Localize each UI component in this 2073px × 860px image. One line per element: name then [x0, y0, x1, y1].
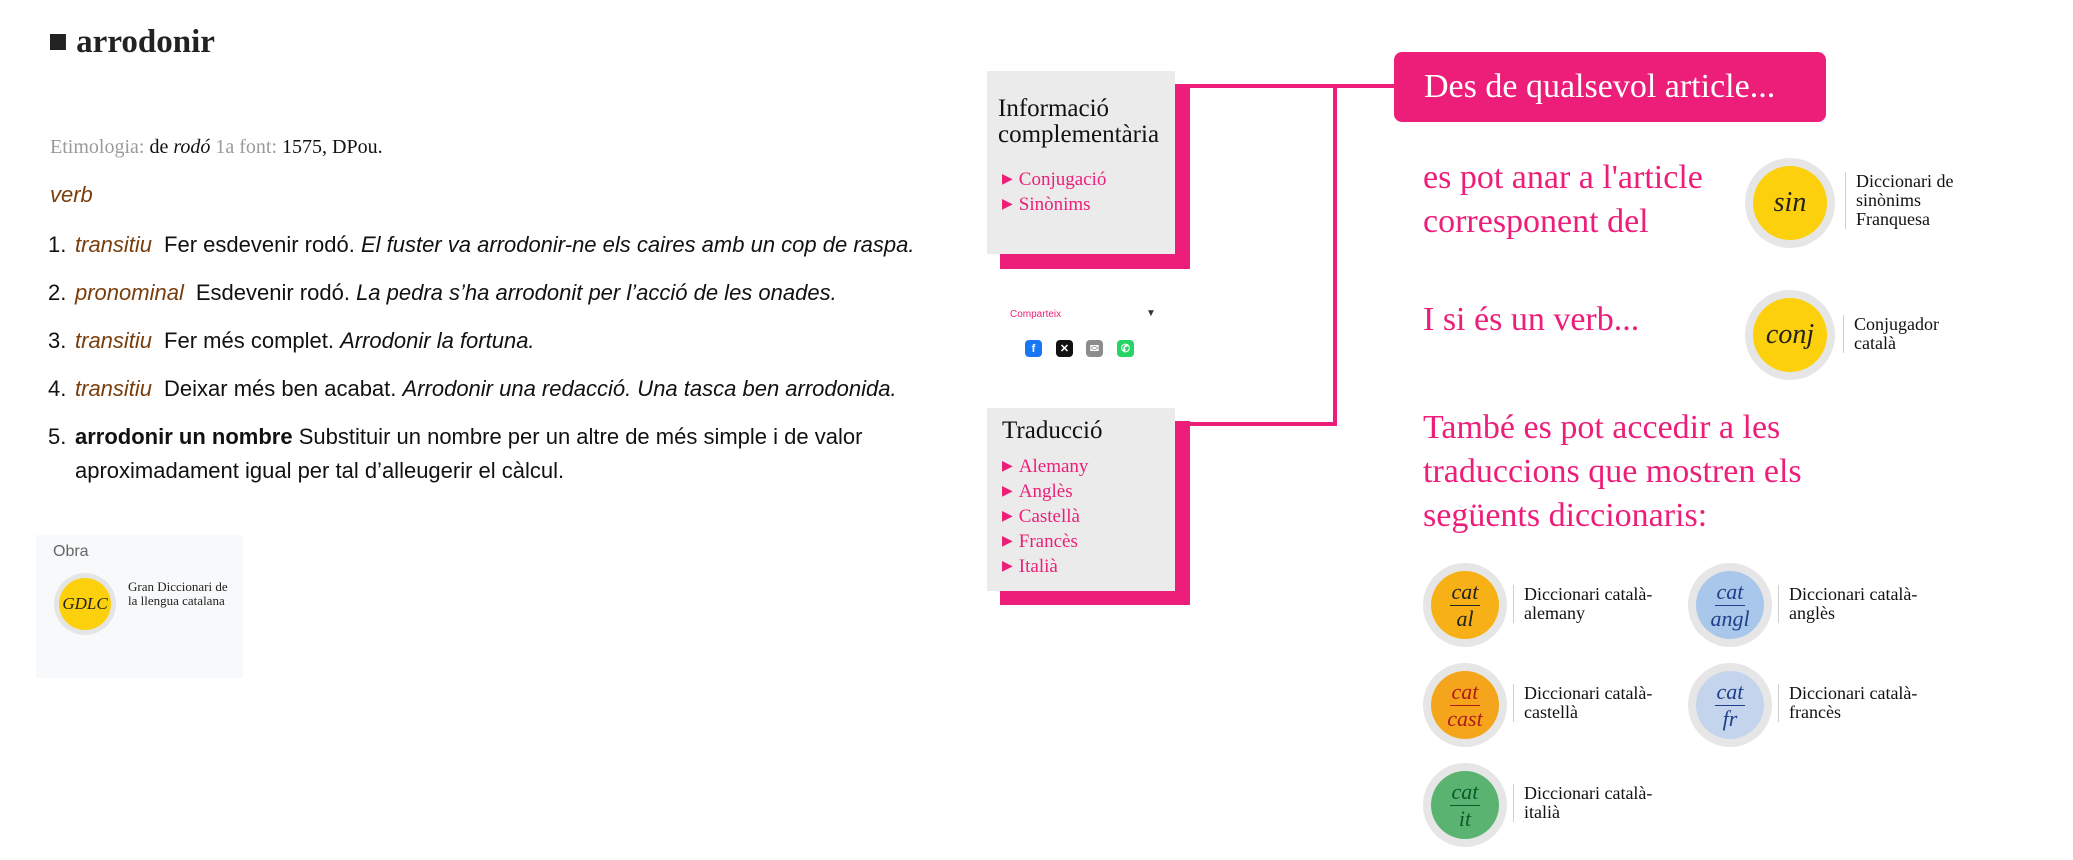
cat-it-badge-icon[interactable]: cat it [1423, 763, 1507, 847]
dictionary-cat-fr[interactable]: Diccionari català-francès [1778, 684, 1949, 722]
dictionary-cat-cast[interactable]: Diccionari català-castellà [1513, 684, 1684, 722]
connector-line-vertical [1333, 84, 1337, 426]
sense-number: 5. [48, 424, 67, 449]
sense-example: El fuster va arrodonir-ne els caires amb… [360, 232, 915, 257]
gdlc-badge-icon[interactable]: GDLC [54, 573, 116, 635]
link-alemany[interactable]: ▶ Alemany [1002, 455, 1088, 480]
sense-example: Arrodonir una redacció. Una tasca ben ar… [402, 376, 897, 401]
cat-fr-badge-icon[interactable]: cat fr [1688, 663, 1772, 747]
triangle-right-icon: ▶ [1002, 172, 1013, 187]
translation-links: ▶ Alemany ▶ Anglès ▶ Castellà ▶ Francès ▶ Ita… [1002, 455, 1088, 580]
grammar-label: transitiu [75, 328, 153, 353]
sense-number: 3. [48, 328, 67, 353]
triangle-right-icon: ▶ [1002, 534, 1013, 549]
grammar-label: pronominal [75, 280, 184, 305]
etymology-prefix: de [149, 136, 169, 158]
translations-text: També es pot accedir a les traduccions q… [1423, 409, 1802, 534]
link-sinonims[interactable]: ▶ Sinònims [1002, 193, 1106, 218]
triangle-right-icon: ▶ [1002, 559, 1013, 574]
sense-item: 5. arrodonir un nombre Substituir un nom… [48, 420, 948, 488]
obra-name[interactable]: Gran Diccionari de la llengua catalana [128, 580, 238, 608]
sense-item: 3. transitiu Fer més complet. Arrodonir l… [48, 324, 948, 358]
etymology-source: rodó [173, 136, 211, 158]
dictionary-cat-angl[interactable]: Diccionari català-anglès [1778, 585, 1939, 623]
sense-definition: Deixar més ben acabat. [164, 376, 397, 401]
facebook-icon[interactable]: f [1025, 340, 1042, 357]
obra-card[interactable]: Obra GDLC Gran Diccionari de la llengua … [36, 535, 243, 678]
connector-line-top [1175, 84, 1395, 88]
conjugator-dictionary[interactable]: Conjugador català [1843, 315, 1974, 353]
translation-panel-title: Traducció [1002, 417, 1103, 444]
sense-number: 4. [48, 376, 67, 401]
obra-label: Obra [53, 543, 89, 560]
dictionary-cat-al[interactable]: Diccionari català-alemany [1513, 585, 1684, 623]
sense-item: 2. pronominal Esdevenir rodó. La pedra s’… [48, 276, 948, 310]
verb-text: I si és un verb... [1423, 301, 1640, 338]
sense-example: Arrodonir la fortuna. [340, 328, 535, 353]
synonyms-badge-icon[interactable]: sin [1745, 158, 1835, 248]
triangle-right-icon: ▶ [1002, 197, 1013, 212]
sense-number: 2. [48, 280, 67, 305]
connector-line-bottom [1175, 422, 1337, 426]
translation-panel: Traducció ▶ Alemany ▶ Anglès ▶ Castellà ▶ Fr… [987, 408, 1175, 591]
cat-angl-badge-icon[interactable]: cat angl [1688, 563, 1772, 647]
sense-definition: Fer més complet. [164, 328, 334, 353]
synonyms-dictionary[interactable]: Diccionari de sinònims Franquesa [1845, 172, 1991, 229]
cat-cast-badge-icon[interactable]: cat cast [1423, 663, 1507, 747]
dictionary-cat-it[interactable]: Diccionari català-italià [1513, 784, 1684, 822]
sense-item: 1. transitiu Fer esdevenir rodó. El fuste… [48, 228, 948, 262]
triangle-right-icon: ▶ [1002, 459, 1013, 474]
sense-number: 1. [48, 232, 67, 257]
first-source-label: 1a font: [215, 136, 278, 158]
sense-definition: Esdevenir rodó. [195, 280, 350, 305]
cat-al-badge-icon[interactable]: cat al [1423, 563, 1507, 647]
link-angles[interactable]: ▶ Anglès [1002, 480, 1088, 505]
etymology: Etimologia: de rodó 1a font: 1575, DPou. [50, 136, 383, 159]
link-italia[interactable]: ▶ Italià [1002, 555, 1088, 580]
sense-item: 4. transitiu Deixar més ben acabat. Arrod… [48, 372, 948, 406]
link-frances[interactable]: ▶ Francès [1002, 530, 1088, 555]
triangle-right-icon: ▶ [1002, 484, 1013, 499]
info-panel-title: Informació complementària [998, 95, 1160, 148]
sense-example: La pedra s’ha arrodonit per l’acció de l… [356, 280, 837, 305]
grammar-label: transitiu [75, 376, 153, 401]
sense-definition: Fer esdevenir rodó. [164, 232, 355, 257]
caret-down-icon[interactable]: ▼ [1146, 308, 1156, 319]
first-source-value: 1575, DPou. [282, 136, 383, 158]
link-castella[interactable]: ▶ Castellà [1002, 505, 1088, 530]
part-of-speech: verb [50, 182, 93, 207]
share-select[interactable]: Comparteix [1010, 309, 1061, 320]
triangle-right-icon: ▶ [1002, 509, 1013, 524]
callout-header: Des de qualsevol article... [1394, 52, 1826, 122]
synonyms-text: es pot anar a l'article corresponent del [1423, 159, 1703, 240]
etymology-label: Etimologia: [50, 136, 145, 158]
sense-phrase: arrodonir un nombre [75, 424, 293, 449]
info-panel-links: ▶ Conjugació ▶ Sinònims [1002, 168, 1106, 218]
conj-badge-icon[interactable]: conj [1745, 290, 1835, 380]
grammar-label: transitiu [75, 232, 153, 257]
info-panel: Informació complementària ▶ Conjugació ▶ S… [987, 71, 1175, 254]
x-icon[interactable]: ✕ [1056, 340, 1073, 357]
email-icon[interactable]: ✉ [1086, 340, 1103, 357]
sense-list: 1. transitiu Fer esdevenir rodó. El fuste… [48, 228, 948, 502]
link-conjugacio[interactable]: ▶ Conjugació [1002, 168, 1106, 193]
headword: ■ arrodonir [48, 24, 215, 60]
whatsapp-icon[interactable]: ✆ [1117, 340, 1134, 357]
